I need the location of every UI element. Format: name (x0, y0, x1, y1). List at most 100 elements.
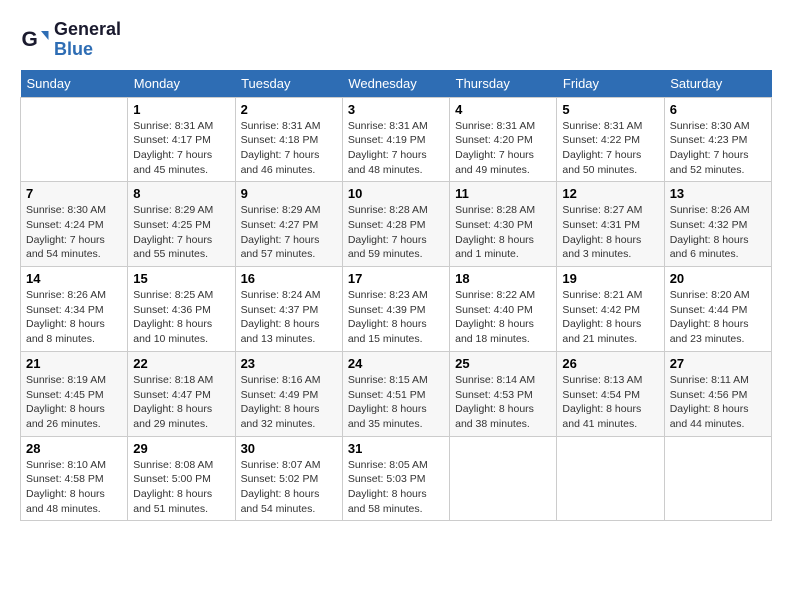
day-number: 30 (241, 441, 337, 456)
day-number: 2 (241, 102, 337, 117)
svg-text:G: G (22, 28, 38, 51)
day-cell: 12 Sunrise: 8:27 AM Sunset: 4:31 PM Dayli… (557, 182, 664, 267)
day-info: Sunrise: 8:31 AM Sunset: 4:18 PM Dayligh… (241, 119, 337, 178)
day-info: Sunrise: 8:31 AM Sunset: 4:20 PM Dayligh… (455, 119, 551, 178)
day-cell: 31 Sunrise: 8:05 AM Sunset: 5:03 PM Dayli… (342, 436, 449, 521)
day-number: 5 (562, 102, 658, 117)
day-cell: 6Sunrise: 8:30 AM Sunset: 4:23 PM Daylig… (664, 97, 771, 182)
day-info: Sunrise: 8:05 AM Sunset: 5:03 PM Dayligh… (348, 458, 444, 517)
day-number: 20 (670, 271, 766, 286)
day-cell (450, 436, 557, 521)
day-info: Sunrise: 8:16 AM Sunset: 4:49 PM Dayligh… (241, 373, 337, 432)
day-cell: 7 Sunrise: 8:30 AM Sunset: 4:24 PM Daylig… (21, 182, 128, 267)
day-number: 12 (562, 186, 658, 201)
day-cell: 14 Sunrise: 8:26 AM Sunset: 4:34 PM Dayli… (21, 267, 128, 352)
day-info: Sunrise: 8:30 AM Sunset: 4:24 PM Dayligh… (26, 203, 122, 262)
logo-icon: G (20, 25, 50, 55)
day-info: Sunrise: 8:31 AM Sunset: 4:22 PM Dayligh… (562, 119, 658, 178)
week-row-4: 21 Sunrise: 8:19 AM Sunset: 4:45 PM Dayli… (21, 351, 772, 436)
day-info: Sunrise: 8:08 AM Sunset: 5:00 PM Dayligh… (133, 458, 229, 517)
day-number: 9 (241, 186, 337, 201)
day-cell: 8 Sunrise: 8:29 AM Sunset: 4:25 PM Daylig… (128, 182, 235, 267)
day-cell: 30Sunrise: 8:07 AM Sunset: 5:02 PM Dayli… (235, 436, 342, 521)
day-number: 18 (455, 271, 551, 286)
day-info: Sunrise: 8:26 AM Sunset: 4:32 PM Dayligh… (670, 203, 766, 262)
week-row-1: 1 Sunrise: 8:31 AM Sunset: 4:17 PM Daylig… (21, 97, 772, 182)
day-cell: 1 Sunrise: 8:31 AM Sunset: 4:17 PM Daylig… (128, 97, 235, 182)
day-info: Sunrise: 8:27 AM Sunset: 4:31 PM Dayligh… (562, 203, 658, 262)
weekday-header-sunday: Sunday (21, 70, 128, 98)
weekday-header-monday: Monday (128, 70, 235, 98)
day-cell: 26 Sunrise: 8:13 AM Sunset: 4:54 PM Dayli… (557, 351, 664, 436)
day-number: 24 (348, 356, 444, 371)
day-cell: 4 Sunrise: 8:31 AM Sunset: 4:20 PM Daylig… (450, 97, 557, 182)
day-number: 10 (348, 186, 444, 201)
logo: G GeneralBlue (20, 20, 121, 60)
logo-text: GeneralBlue (54, 20, 121, 60)
day-cell: 17Sunrise: 8:23 AM Sunset: 4:39 PM Dayli… (342, 267, 449, 352)
day-number: 3 (348, 102, 444, 117)
header: G GeneralBlue (20, 20, 772, 60)
day-number: 1 (133, 102, 229, 117)
calendar-container: G GeneralBlue SundayMondayTuesdayWednesd… (0, 0, 792, 531)
day-cell: 10 Sunrise: 8:28 AM Sunset: 4:28 PM Dayli… (342, 182, 449, 267)
day-info: Sunrise: 8:23 AM Sunset: 4:39 PM Dayligh… (348, 288, 444, 347)
day-info: Sunrise: 8:25 AM Sunset: 4:36 PM Dayligh… (133, 288, 229, 347)
day-cell: 13Sunrise: 8:26 AM Sunset: 4:32 PM Dayli… (664, 182, 771, 267)
day-cell: 29Sunrise: 8:08 AM Sunset: 5:00 PM Dayli… (128, 436, 235, 521)
calendar-table: SundayMondayTuesdayWednesdayThursdayFrid… (20, 70, 772, 522)
day-info: Sunrise: 8:10 AM Sunset: 4:58 PM Dayligh… (26, 458, 122, 517)
weekday-header-friday: Friday (557, 70, 664, 98)
day-number: 19 (562, 271, 658, 286)
day-info: Sunrise: 8:31 AM Sunset: 4:19 PM Dayligh… (348, 119, 444, 178)
day-cell: 22Sunrise: 8:18 AM Sunset: 4:47 PM Dayli… (128, 351, 235, 436)
day-info: Sunrise: 8:11 AM Sunset: 4:56 PM Dayligh… (670, 373, 766, 432)
day-cell: 24 Sunrise: 8:15 AM Sunset: 4:51 PM Dayli… (342, 351, 449, 436)
weekday-header-row: SundayMondayTuesdayWednesdayThursdayFrid… (21, 70, 772, 98)
day-info: Sunrise: 8:28 AM Sunset: 4:28 PM Dayligh… (348, 203, 444, 262)
week-row-5: 28Sunrise: 8:10 AM Sunset: 4:58 PM Dayli… (21, 436, 772, 521)
day-number: 7 (26, 186, 122, 201)
day-number: 27 (670, 356, 766, 371)
day-info: Sunrise: 8:15 AM Sunset: 4:51 PM Dayligh… (348, 373, 444, 432)
day-number: 16 (241, 271, 337, 286)
day-number: 11 (455, 186, 551, 201)
day-number: 25 (455, 356, 551, 371)
day-info: Sunrise: 8:31 AM Sunset: 4:17 PM Dayligh… (133, 119, 229, 178)
day-number: 14 (26, 271, 122, 286)
day-number: 15 (133, 271, 229, 286)
day-cell (21, 97, 128, 182)
week-row-3: 14 Sunrise: 8:26 AM Sunset: 4:34 PM Dayli… (21, 267, 772, 352)
day-number: 4 (455, 102, 551, 117)
weekday-header-thursday: Thursday (450, 70, 557, 98)
day-cell: 16 Sunrise: 8:24 AM Sunset: 4:37 PM Dayli… (235, 267, 342, 352)
day-info: Sunrise: 8:24 AM Sunset: 4:37 PM Dayligh… (241, 288, 337, 347)
day-info: Sunrise: 8:26 AM Sunset: 4:34 PM Dayligh… (26, 288, 122, 347)
day-number: 21 (26, 356, 122, 371)
day-number: 26 (562, 356, 658, 371)
day-info: Sunrise: 8:19 AM Sunset: 4:45 PM Dayligh… (26, 373, 122, 432)
day-info: Sunrise: 8:13 AM Sunset: 4:54 PM Dayligh… (562, 373, 658, 432)
day-info: Sunrise: 8:14 AM Sunset: 4:53 PM Dayligh… (455, 373, 551, 432)
day-info: Sunrise: 8:18 AM Sunset: 4:47 PM Dayligh… (133, 373, 229, 432)
weekday-header-wednesday: Wednesday (342, 70, 449, 98)
day-cell: 3 Sunrise: 8:31 AM Sunset: 4:19 PM Daylig… (342, 97, 449, 182)
weekday-header-saturday: Saturday (664, 70, 771, 98)
day-cell: 2 Sunrise: 8:31 AM Sunset: 4:18 PM Daylig… (235, 97, 342, 182)
day-cell (664, 436, 771, 521)
day-cell: 27 Sunrise: 8:11 AM Sunset: 4:56 PM Dayli… (664, 351, 771, 436)
day-number: 8 (133, 186, 229, 201)
day-cell: 20Sunrise: 8:20 AM Sunset: 4:44 PM Dayli… (664, 267, 771, 352)
day-cell: 15 Sunrise: 8:25 AM Sunset: 4:36 PM Dayli… (128, 267, 235, 352)
day-info: Sunrise: 8:28 AM Sunset: 4:30 PM Dayligh… (455, 203, 551, 262)
day-number: 31 (348, 441, 444, 456)
day-cell: 21 Sunrise: 8:19 AM Sunset: 4:45 PM Dayli… (21, 351, 128, 436)
day-number: 6 (670, 102, 766, 117)
week-row-2: 7 Sunrise: 8:30 AM Sunset: 4:24 PM Daylig… (21, 182, 772, 267)
day-cell: 25 Sunrise: 8:14 AM Sunset: 4:53 PM Dayli… (450, 351, 557, 436)
day-cell: 18Sunrise: 8:22 AM Sunset: 4:40 PM Dayli… (450, 267, 557, 352)
day-cell: 5 Sunrise: 8:31 AM Sunset: 4:22 PM Daylig… (557, 97, 664, 182)
day-cell: 11 Sunrise: 8:28 AM Sunset: 4:30 PM Dayli… (450, 182, 557, 267)
day-info: Sunrise: 8:29 AM Sunset: 4:27 PM Dayligh… (241, 203, 337, 262)
day-info: Sunrise: 8:29 AM Sunset: 4:25 PM Dayligh… (133, 203, 229, 262)
